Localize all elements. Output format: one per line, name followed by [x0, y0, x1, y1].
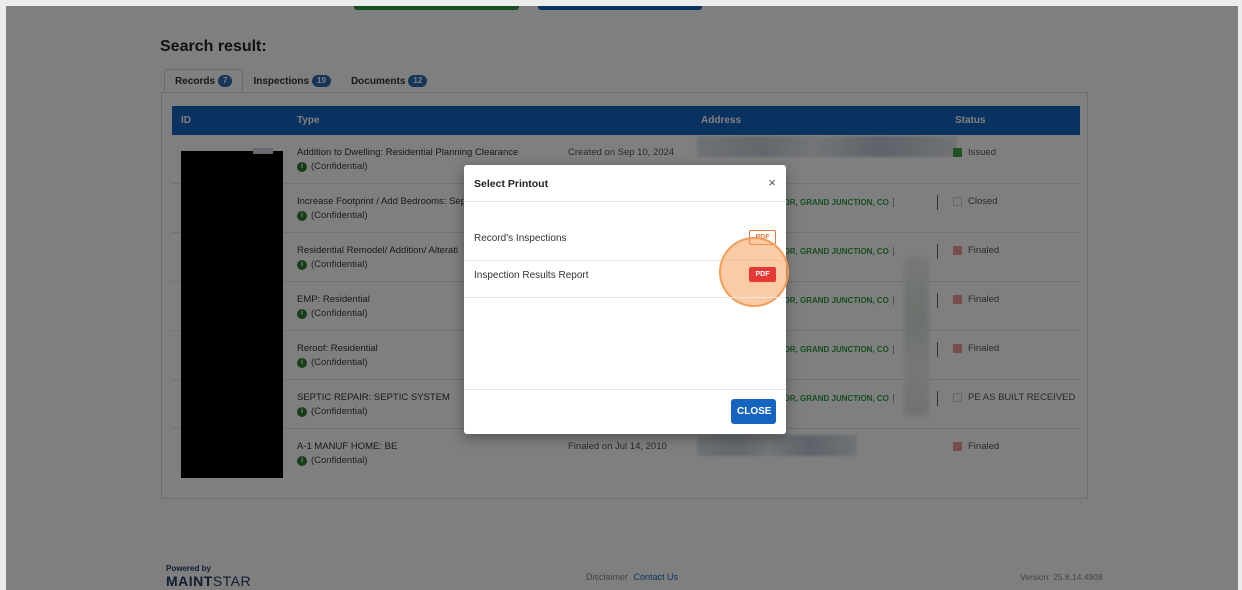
pdf-button[interactable]: PDF	[749, 267, 776, 282]
modal-header: Select Printout ×	[464, 165, 786, 202]
app-window: Search result: Records 7 Inspections 19 …	[6, 6, 1238, 590]
close-button[interactable]: CLOSE	[731, 399, 776, 424]
printout-label: Record's Inspections	[474, 233, 567, 244]
modal-title: Select Printout	[474, 178, 549, 190]
modal-footer: CLOSE	[464, 389, 786, 434]
printout-label: Inspection Results Report	[474, 270, 589, 281]
select-printout-modal: Select Printout × Record's Inspections P…	[464, 165, 789, 434]
printout-item-inspection-results-report: Inspection Results Report PDF	[464, 261, 786, 298]
close-icon[interactable]: ×	[768, 175, 776, 190]
